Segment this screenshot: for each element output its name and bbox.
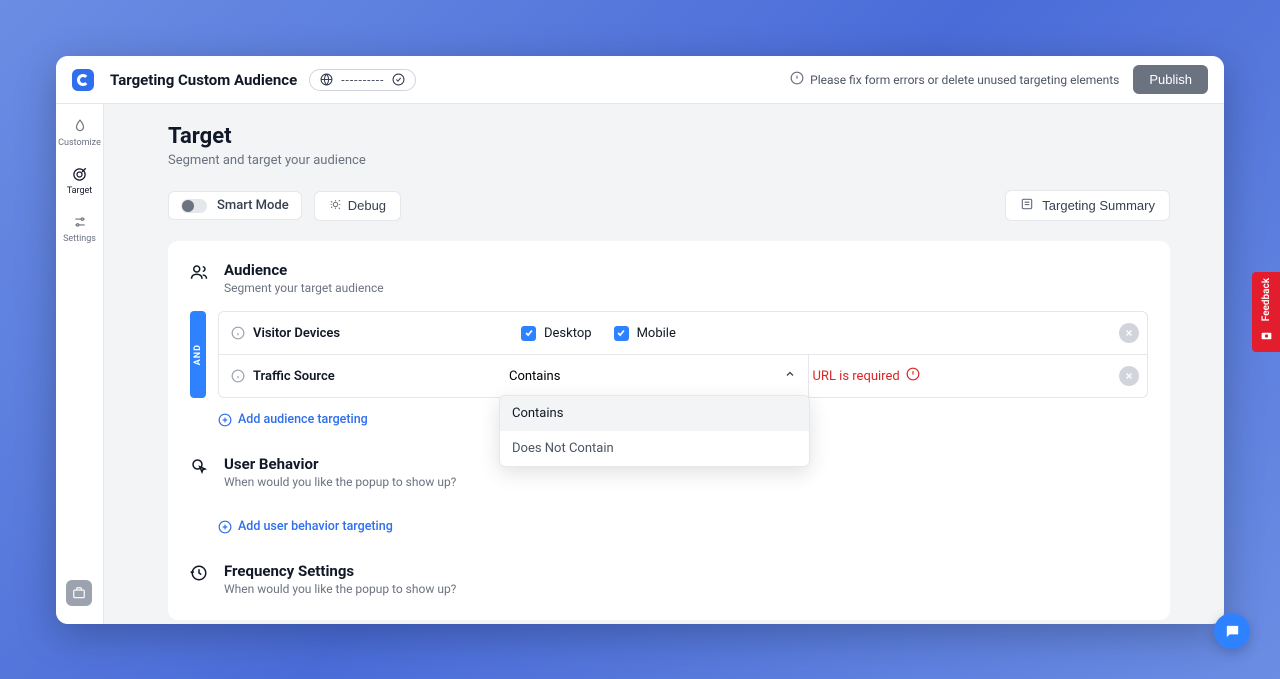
list-icon — [1020, 197, 1034, 214]
frequency-section: Frequency Settings When would you like t… — [190, 562, 1148, 596]
targeting-summary-button[interactable]: Targeting Summary — [1005, 190, 1170, 221]
add-label: Add user behavior targeting — [238, 519, 393, 534]
chevron-up-icon — [784, 368, 796, 384]
rule-label-text: Visitor Devices — [253, 326, 340, 341]
audience-subtitle: Segment your target audience — [224, 281, 384, 295]
debug-button[interactable]: Debug — [314, 191, 401, 221]
globe-icon — [320, 73, 333, 86]
checkbox-icon — [614, 326, 629, 341]
droplet-icon — [72, 118, 88, 134]
behavior-title: User Behavior — [224, 455, 456, 473]
smart-mode-label: Smart Mode — [217, 198, 289, 213]
rule-traffic-source: Traffic Source Contains — [219, 354, 1147, 397]
target-subtitle: Segment and target your audience — [168, 153, 1170, 168]
sliders-icon — [72, 214, 88, 230]
info-icon[interactable] — [231, 326, 245, 340]
desktop-checkbox[interactable]: Desktop — [521, 326, 592, 341]
cursor-click-icon — [190, 457, 210, 479]
smart-mode-toggle[interactable]: Smart Mode — [168, 191, 302, 220]
brand-logo — [72, 69, 94, 91]
briefcase-button[interactable] — [66, 580, 92, 606]
chat-icon — [1224, 623, 1241, 640]
url-error: URL is required — [808, 355, 1112, 397]
info-icon[interactable] — [231, 369, 245, 383]
sidebar-item-label: Customize — [58, 138, 101, 148]
mobile-checkbox[interactable]: Mobile — [614, 326, 676, 341]
sidebar: Customize Target Settings — [56, 104, 104, 624]
error-text: URL is required — [813, 369, 900, 384]
audience-section: Audience Segment your target audience AN… — [190, 261, 1148, 427]
sidebar-item-label: Settings — [63, 234, 96, 244]
and-connector: AND — [190, 311, 206, 398]
sidebar-item-settings[interactable]: Settings — [58, 214, 102, 244]
summary-label: Targeting Summary — [1042, 198, 1155, 213]
publish-button[interactable]: Publish — [1133, 65, 1208, 94]
url-placeholder: ---------- — [341, 73, 384, 87]
target-icon — [72, 166, 88, 182]
app-shell: Targeting Custom Audience ---------- Ple… — [56, 56, 1224, 624]
rule-visitor-devices: Visitor Devices Desktop Mob — [219, 312, 1147, 354]
add-behavior-targeting[interactable]: Add user behavior targeting — [218, 519, 1148, 534]
toggle-switch[interactable] — [181, 199, 207, 213]
remove-rule-button[interactable] — [1119, 366, 1139, 386]
sidebar-item-label: Target — [67, 186, 93, 196]
audience-rules: Visitor Devices Desktop Mob — [218, 311, 1148, 398]
bug-icon — [329, 198, 342, 214]
feedback-label: Feedback — [1261, 278, 1272, 321]
error-icon — [906, 367, 920, 385]
sidebar-item-target[interactable]: Target — [58, 166, 102, 196]
targeting-card: Audience Segment your target audience AN… — [168, 241, 1170, 620]
checkbox-label: Desktop — [544, 326, 592, 341]
plus-circle-icon — [218, 413, 232, 427]
debug-label: Debug — [348, 198, 386, 213]
history-icon — [190, 564, 210, 586]
select-value: Contains — [509, 369, 560, 384]
camera-icon — [1260, 327, 1273, 346]
condition-select[interactable]: Contains — [509, 355, 808, 397]
behavior-subtitle: When would you like the popup to show up… — [224, 475, 456, 489]
main-content: Target Segment and target your audience … — [104, 104, 1224, 624]
feedback-tab[interactable]: Feedback — [1252, 272, 1280, 352]
people-icon — [190, 263, 210, 285]
url-status-pill[interactable]: ---------- — [309, 69, 416, 91]
sidebar-item-customize[interactable]: Customize — [58, 118, 102, 148]
header: Targeting Custom Audience ---------- Ple… — [56, 56, 1224, 104]
frequency-subtitle: When would you like the popup to show up… — [224, 582, 456, 596]
frequency-title: Frequency Settings — [224, 562, 456, 580]
page-title: Targeting Custom Audience — [110, 71, 297, 89]
plus-circle-icon — [218, 520, 232, 534]
target-heading: Target — [168, 124, 1170, 149]
and-label: AND — [193, 344, 203, 365]
audience-title: Audience — [224, 261, 384, 279]
info-icon — [790, 71, 804, 88]
dropdown-item-contains[interactable]: Contains — [500, 396, 809, 431]
header-warning: Please fix form errors or delete unused … — [790, 71, 1119, 88]
condition-dropdown: Contains Does Not Contain — [499, 395, 810, 467]
add-label: Add audience targeting — [238, 412, 368, 427]
checkbox-icon — [521, 326, 536, 341]
dropdown-item-does-not-contain[interactable]: Does Not Contain — [500, 431, 809, 466]
remove-rule-button[interactable] — [1119, 323, 1139, 343]
check-circle-icon — [392, 73, 405, 86]
header-warning-text: Please fix form errors or delete unused … — [810, 73, 1119, 87]
chat-fab[interactable] — [1214, 613, 1250, 649]
checkbox-label: Mobile — [637, 326, 676, 341]
rule-label-text: Traffic Source — [253, 369, 335, 384]
